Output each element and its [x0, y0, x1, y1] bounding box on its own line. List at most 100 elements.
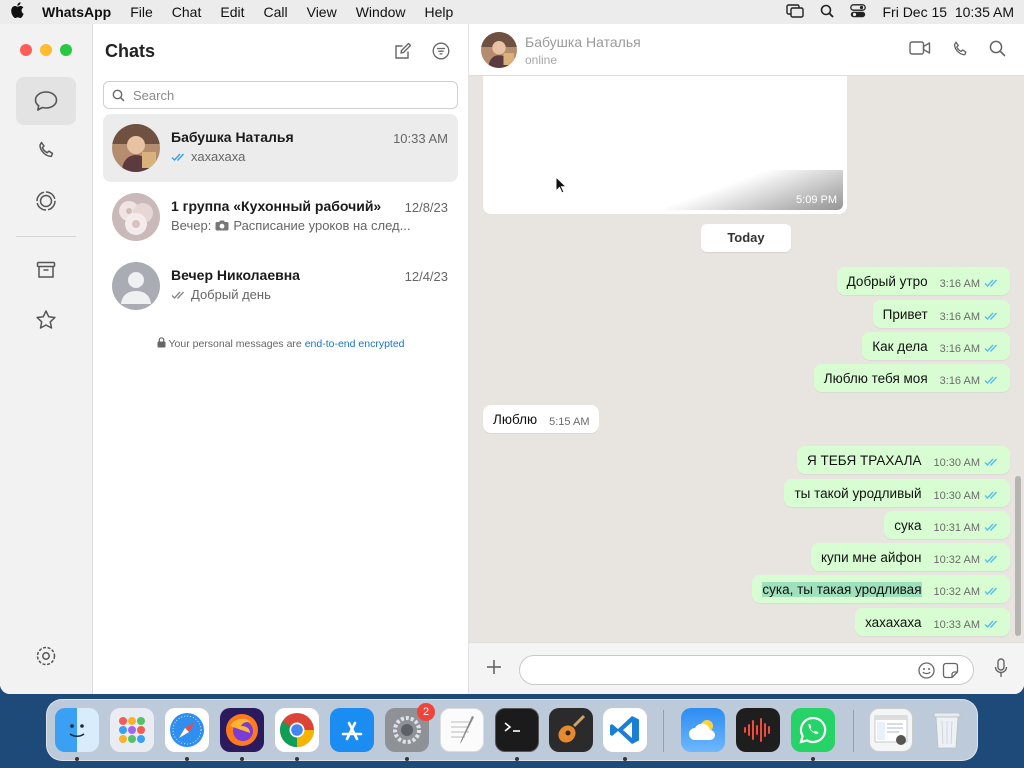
- dock-weather[interactable]: [681, 708, 725, 752]
- message-text: сука: [894, 517, 922, 533]
- read-receipt-icon: [984, 491, 998, 500]
- dock: 2: [46, 699, 978, 761]
- outgoing-message[interactable]: Добрый утро 3:16 AM: [836, 267, 1010, 295]
- image-message[interactable]: 5:09 PM: [483, 74, 847, 214]
- screen-mirroring-icon[interactable]: [786, 3, 805, 21]
- outgoing-message[interactable]: Я ТЕБЯ ТРАХАЛА 10:30 AM: [797, 446, 1010, 474]
- settings-button[interactable]: [16, 632, 76, 680]
- attach-button[interactable]: [485, 658, 503, 681]
- message-field[interactable]: [519, 655, 974, 685]
- filter-chats-button[interactable]: [432, 42, 450, 65]
- spotlight-search-icon[interactable]: [820, 4, 835, 21]
- chat-time: 10:33 AM: [393, 131, 448, 146]
- dock-whatsapp[interactable]: [791, 708, 835, 752]
- search-input[interactable]: [133, 87, 433, 103]
- search-box[interactable]: [103, 81, 458, 109]
- contact-avatar[interactable]: [481, 32, 517, 68]
- dock-preview-window[interactable]: [869, 708, 913, 752]
- message-text: хахахаха: [865, 614, 922, 630]
- conversation-header[interactable]: Бабушка Наталья online: [469, 24, 1024, 76]
- running-indicator: [295, 757, 299, 761]
- message-composer: [469, 642, 1024, 694]
- outgoing-message[interactable]: купи мне айфон 10:32 AM: [810, 543, 1010, 571]
- message-time: 10:30 AM: [933, 456, 980, 469]
- app-store-icon: [341, 721, 363, 741]
- menu-chat[interactable]: Chat: [172, 4, 202, 20]
- calls-tab-button[interactable]: [16, 126, 76, 174]
- menu-file[interactable]: File: [130, 4, 153, 20]
- sticker-button[interactable]: [942, 662, 959, 684]
- outgoing-message[interactable]: ты такой уродливый 10:30 AM: [784, 479, 1010, 507]
- dock-trash[interactable]: [925, 708, 969, 752]
- emoji-button[interactable]: [918, 662, 935, 684]
- menu-clock[interactable]: Fri Dec 15 10:35 AM: [882, 4, 1014, 20]
- message-time: 10:33 AM: [933, 618, 980, 631]
- voice-call-button[interactable]: [951, 40, 969, 63]
- chats-tab-button[interactable]: [16, 77, 76, 125]
- menu-edit[interactable]: Edit: [220, 4, 244, 20]
- rail-divider: [16, 236, 76, 237]
- dock-textedit[interactable]: [440, 708, 484, 752]
- dock-firefox[interactable]: [220, 708, 264, 752]
- chat-list-item[interactable]: Вечер Николаевна 12/4/23 Добрый день: [103, 252, 458, 320]
- message-text: Как дела: [872, 338, 928, 354]
- message-text: Я ТЕБЯ ТРАХАЛА: [807, 452, 922, 468]
- close-window-button[interactable]: [20, 44, 32, 56]
- starred-button[interactable]: [16, 296, 76, 344]
- dock-system-settings[interactable]: 2: [385, 703, 435, 752]
- dock-terminal[interactable]: [495, 708, 539, 752]
- new-chat-button[interactable]: [394, 42, 412, 65]
- incoming-message[interactable]: Люблю 5:15 AM: [483, 405, 600, 433]
- menu-window[interactable]: Window: [356, 4, 406, 20]
- apple-icon[interactable]: [10, 2, 24, 22]
- message-input[interactable]: [532, 656, 922, 684]
- minimize-window-button[interactable]: [40, 44, 52, 56]
- compose-icon: [395, 42, 412, 59]
- control-center-icon[interactable]: [850, 3, 867, 21]
- zoom-window-button[interactable]: [60, 44, 72, 56]
- voice-message-button[interactable]: [994, 658, 1008, 683]
- dock-vscode[interactable]: [603, 708, 647, 752]
- chat-name: Вечер Николаевна: [171, 267, 300, 283]
- read-receipt-icon: [984, 344, 998, 353]
- dock-finder[interactable]: [55, 708, 99, 752]
- encryption-link[interactable]: end-to-end encrypted: [305, 338, 405, 350]
- message-time: 3:16 AM: [939, 342, 980, 355]
- outgoing-message[interactable]: Как дела 3:16 AM: [862, 332, 1010, 360]
- menu-app-name[interactable]: WhatsApp: [42, 4, 111, 20]
- dock-app-store[interactable]: [330, 708, 374, 752]
- menu-view[interactable]: View: [307, 4, 337, 20]
- emoji-icon: [918, 662, 935, 679]
- conversation-scrollbar[interactable]: [1015, 476, 1021, 636]
- search-messages-button[interactable]: [989, 40, 1006, 63]
- image-time: 5:09 PM: [796, 194, 837, 206]
- menu-call[interactable]: Call: [263, 4, 287, 20]
- chat-preview: Добрый день: [191, 287, 271, 302]
- outgoing-message[interactable]: Привет 3:16 AM: [872, 300, 1010, 328]
- running-indicator: [623, 757, 627, 761]
- dock-separator: [663, 710, 664, 752]
- trash-icon: [933, 712, 961, 749]
- dock-voice-memos[interactable]: [736, 708, 780, 752]
- outgoing-message[interactable]: Люблю тебя моя 3:16 AM: [813, 364, 1010, 392]
- status-tab-button[interactable]: [16, 177, 76, 225]
- chat-list-item[interactable]: 1 группа «Кухонный рабочий» 12/8/23 Вече…: [103, 183, 458, 251]
- dock-garageband[interactable]: [549, 708, 593, 752]
- dock-safari[interactable]: [165, 708, 209, 752]
- message-text: Добрый утро: [846, 273, 928, 289]
- dock-chrome[interactable]: [275, 708, 319, 752]
- whatsapp-window: Chats Бабушка Наталья 10:33 AM хахахаха: [0, 24, 1024, 694]
- archive-icon: [36, 261, 56, 278]
- chat-preview-sender: Вечер:: [171, 218, 212, 233]
- message-time: 10:32 AM: [933, 585, 980, 598]
- archived-button[interactable]: [16, 246, 76, 294]
- outgoing-message[interactable]: хахахаха 10:33 AM: [855, 608, 1010, 636]
- video-call-button[interactable]: [909, 40, 931, 63]
- dock-launchpad[interactable]: [110, 708, 154, 752]
- avatar: [112, 124, 160, 172]
- read-receipt-icon: [984, 620, 998, 629]
- outgoing-message[interactable]: сука 10:31 AM: [884, 511, 1010, 539]
- outgoing-message[interactable]: сука, ты такая уродливая 10:32 AM: [752, 575, 1010, 603]
- chat-list-item[interactable]: Бабушка Наталья 10:33 AM хахахаха: [103, 114, 458, 182]
- menu-help[interactable]: Help: [425, 4, 454, 20]
